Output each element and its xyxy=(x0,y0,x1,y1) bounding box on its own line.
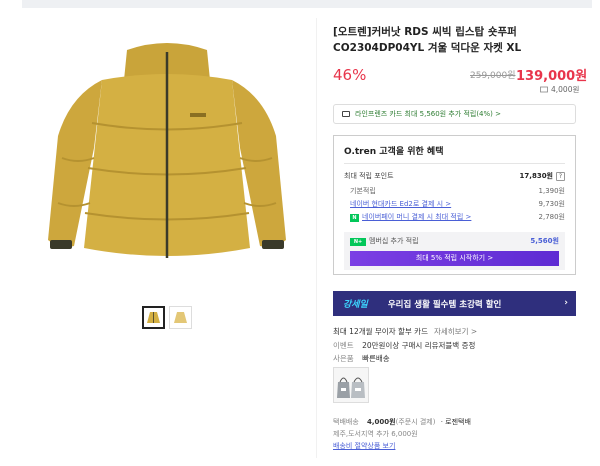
benefit-row-link[interactable]: 네이버페이 머니 결제 시 최대 적립 > xyxy=(362,213,471,221)
shipping-line: 택배배송 4,000원(주문시 결제) · 로젠택배 xyxy=(333,416,471,428)
benefit-title: O.tren 고객을 위한 혜택 xyxy=(344,147,444,157)
benefit-row-link[interactable]: 네이버 현대카드 Ed2로 결제 시 > xyxy=(350,199,451,209)
benefit-row-label: 기본적립 xyxy=(350,187,376,195)
shipping-label: 택배배송 xyxy=(333,418,359,426)
jacket-thumb-icon xyxy=(147,312,160,323)
shipping-carrier: · 로젠택배 xyxy=(440,418,471,426)
jacket-illustration xyxy=(48,43,286,258)
benefit-row-hyundai-card[interactable]: 네이버 현대카드 Ed2로 결제 시 > 9,730원 xyxy=(350,199,565,209)
thumbnail-list xyxy=(142,306,192,329)
gift-label: 사은품 xyxy=(333,354,354,363)
benefit-row-basic: 기본적립 1,390원 xyxy=(350,186,565,196)
gift-text: 빠른배송 xyxy=(362,354,390,363)
installment-line: 최대 12개월 무이자 할부 카드 자세히보기 > xyxy=(333,326,477,337)
installment-text: 최대 12개월 무이자 할부 카드 xyxy=(333,327,428,336)
promo-banner[interactable]: 강세일 우리집 생활 필수템 초강력 할인 › xyxy=(333,291,576,316)
credit-card-icon xyxy=(342,111,350,117)
membership-value: 5,560원 xyxy=(530,237,559,245)
max-points-row: 최대 적립 포인트 17,830원? xyxy=(344,171,565,181)
tote-bag-icon xyxy=(337,377,365,398)
top-strip xyxy=(22,0,592,8)
installment-detail-link[interactable]: 자세히보기 > xyxy=(434,327,477,336)
event-label: 이벤트 xyxy=(333,341,354,350)
membership-row: N+ 멤버십 추가 적립 5,560원 xyxy=(350,236,559,246)
membership-label: 멤버십 추가 적립 xyxy=(369,237,419,245)
benefit-divider xyxy=(344,163,565,164)
promo-text: 우리집 생활 필수템 초강력 할인 xyxy=(387,299,502,310)
shipping-info: 택배배송 4,000원(주문시 결제) · 로젠택배 제주,도서지역 추가 6,… xyxy=(333,416,471,452)
membership-start-button[interactable]: 최대 5% 적립 시작하기 > xyxy=(350,251,559,266)
stamp-icon xyxy=(540,86,548,93)
card-benefit-banner[interactable]: 라인프렌즈 카드 최대 5,560원 추가 적립(4%) > xyxy=(333,104,576,124)
benefit-row-npay-money[interactable]: N 네이버페이 머니 결제 시 최대 적립 > 2,780원 xyxy=(350,212,565,222)
point-stamp: 4,000원 xyxy=(540,84,579,95)
event-line: 이벤트 20만원이상 구매시 리유저블백 증정 xyxy=(333,340,475,351)
max-points-value: 17,830원 xyxy=(519,172,553,180)
event-text: 20만원이상 구매시 리유저블백 증정 xyxy=(362,341,476,350)
gift-bag-image[interactable] xyxy=(333,367,369,403)
sale-price: 139,000원 xyxy=(516,69,588,84)
discount-rate: 46% xyxy=(333,66,367,84)
benefit-row-value: 2,780원 xyxy=(538,213,565,221)
help-icon[interactable]: ? xyxy=(556,172,565,181)
column-divider xyxy=(316,18,317,458)
thumbnail-1[interactable] xyxy=(142,306,165,329)
promo-logo: 강세일 xyxy=(343,300,368,310)
max-points-label: 최대 적립 포인트 xyxy=(344,172,394,180)
naver-pay-icon: N xyxy=(350,214,359,222)
thumbnail-2[interactable] xyxy=(169,306,192,329)
naver-plus-icon: N+ xyxy=(350,238,366,246)
shipping-fee-note: (주문시 결제) xyxy=(395,418,436,426)
jeju-extra-fee: 제주,도서지역 추가 6,000원 xyxy=(333,430,418,438)
benefit-box: O.tren 고객을 위한 혜택 최대 적립 포인트 17,830원? 기본적립… xyxy=(333,135,576,275)
original-price: 259,000원 xyxy=(470,71,516,81)
benefit-row-value: 1,390원 xyxy=(538,187,565,195)
benefit-row-value: 9,730원 xyxy=(538,200,565,208)
membership-box: N+ 멤버십 추가 적립 5,560원 최대 5% 적립 시작하기 > xyxy=(344,232,565,270)
point-stamp-value: 4,000원 xyxy=(551,85,580,94)
chevron-right-icon: › xyxy=(564,298,568,308)
product-title: [오트렌]커버낫 RDS 씨빅 립스탑 숏푸퍼 CO2304DP04YL 겨울 … xyxy=(333,26,522,54)
shipping-saving-link[interactable]: 배송비 절약상품 보기 xyxy=(333,440,471,452)
jacket-back-thumb-icon xyxy=(174,312,187,323)
card-benefit-text: 라인프렌즈 카드 최대 5,560원 추가 적립(4%) > xyxy=(355,110,501,118)
gift-line: 사은품 빠른배송 xyxy=(333,353,390,364)
shipping-fee: 4,000원 xyxy=(367,418,396,426)
product-main-image[interactable] xyxy=(22,18,312,298)
